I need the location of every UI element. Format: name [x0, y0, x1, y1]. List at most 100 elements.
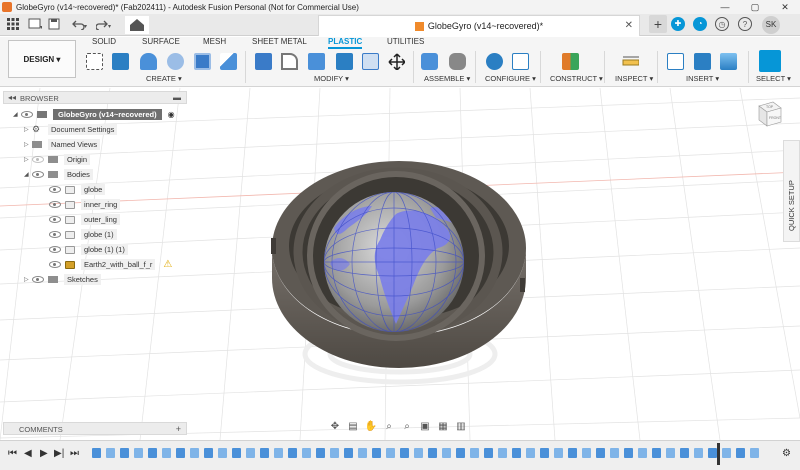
- create-menu[interactable]: CREATE ▾: [146, 74, 182, 83]
- tab-mesh[interactable]: MESH: [203, 37, 226, 46]
- tree-item-body[interactable]: globe (1) (1): [49, 243, 128, 256]
- joint-icon[interactable]: [449, 53, 466, 70]
- timeline-feature[interactable]: [540, 448, 549, 458]
- viewports-icon[interactable]: ▥: [453, 421, 469, 432]
- maximize-button[interactable]: ▢: [740, 0, 770, 14]
- timeline-feature[interactable]: [232, 448, 241, 458]
- timeline-feature[interactable]: [176, 448, 185, 458]
- tree-item-body[interactable]: outer_ling: [49, 213, 120, 226]
- shell-icon[interactable]: [308, 53, 325, 70]
- split-body-icon[interactable]: [362, 53, 379, 70]
- expand-arrow-icon[interactable]: ▷: [24, 276, 32, 283]
- timeline-track[interactable]: [88, 447, 778, 463]
- tab-surface[interactable]: SURFACE: [142, 37, 180, 46]
- timeline-feature[interactable]: [316, 448, 325, 458]
- pan-hand-icon[interactable]: ✋: [363, 421, 379, 432]
- press-pull-icon[interactable]: [255, 53, 272, 70]
- grid-settings-icon[interactable]: ▦: [435, 421, 451, 432]
- timeline-feature[interactable]: [470, 448, 479, 458]
- timeline-settings-icon[interactable]: ⚙: [782, 448, 791, 459]
- panel-minimize-icon[interactable]: ▬: [173, 93, 181, 102]
- timeline-feature[interactable]: [162, 448, 171, 458]
- timeline-feature[interactable]: [554, 448, 563, 458]
- timeline-feature[interactable]: [526, 448, 535, 458]
- timeline-feature[interactable]: [568, 448, 577, 458]
- timeline-marker[interactable]: [717, 443, 720, 465]
- timeline-feature[interactable]: [666, 448, 675, 458]
- orbit-icon[interactable]: ✥: [327, 421, 343, 432]
- visibility-eye-icon[interactable]: [49, 231, 61, 238]
- insert-menu[interactable]: INSERT ▾: [686, 74, 719, 83]
- add-comment-icon[interactable]: +: [176, 424, 181, 434]
- hidden-eye-icon[interactable]: [32, 156, 44, 163]
- timeline-feature[interactable]: [400, 448, 409, 458]
- timeline-feature[interactable]: [274, 448, 283, 458]
- visibility-eye-icon[interactable]: [49, 246, 61, 253]
- timeline-feature[interactable]: [596, 448, 605, 458]
- timeline-feature[interactable]: [106, 448, 115, 458]
- display-settings-icon[interactable]: ▣: [417, 421, 433, 432]
- tab-solid[interactable]: SOLID: [92, 37, 116, 46]
- activate-radio-icon[interactable]: ◉: [168, 110, 175, 119]
- inspect-menu[interactable]: INSPECT ▾: [615, 74, 653, 83]
- timeline-feature[interactable]: [344, 448, 353, 458]
- visibility-eye-icon[interactable]: [32, 171, 44, 178]
- collapse-panel-icon[interactable]: ◂◂: [8, 93, 16, 102]
- play-icon[interactable]: ▶: [40, 448, 48, 459]
- timeline-feature[interactable]: [456, 448, 465, 458]
- go-to-start-icon[interactable]: ⏮: [8, 448, 17, 459]
- create-sketch-icon[interactable]: [86, 53, 103, 70]
- measure-icon[interactable]: [622, 53, 639, 70]
- tab-utilities[interactable]: UTILITIES: [387, 37, 424, 46]
- insert-mcmaster-icon[interactable]: [694, 53, 711, 70]
- tree-item-body[interactable]: globe (1): [49, 228, 117, 241]
- tree-item-body[interactable]: globe: [49, 183, 106, 196]
- configuration-table-icon[interactable]: [512, 53, 529, 70]
- timeline-feature[interactable]: [148, 448, 157, 458]
- extensions-icon[interactable]: ✚: [671, 17, 685, 31]
- close-tab-icon[interactable]: ✕: [625, 20, 633, 31]
- new-component-assemble-icon[interactable]: [421, 53, 438, 70]
- undo-icon[interactable]: ▾: [72, 18, 88, 30]
- viewcube[interactable]: TOP FRONT: [755, 98, 783, 130]
- timeline-feature[interactable]: [330, 448, 339, 458]
- configure-icon[interactable]: [486, 53, 503, 70]
- home-tab-icon[interactable]: [125, 16, 149, 34]
- visibility-eye-icon[interactable]: [49, 216, 61, 223]
- modify-menu[interactable]: MODIFY ▾: [314, 74, 349, 83]
- move-icon[interactable]: [388, 53, 405, 70]
- fit-zoom-icon[interactable]: ⌕: [399, 421, 415, 432]
- timeline-feature[interactable]: [484, 448, 493, 458]
- select-menu[interactable]: SELECT ▾: [756, 74, 791, 83]
- offset-plane-icon[interactable]: [562, 53, 579, 70]
- timeline-feature[interactable]: [736, 448, 745, 458]
- visibility-eye-icon[interactable]: [49, 261, 61, 268]
- app-grid-icon[interactable]: [6, 17, 20, 31]
- configure-menu[interactable]: CONFIGURE ▾: [485, 74, 536, 83]
- expand-arrow-icon[interactable]: ◢: [24, 171, 32, 178]
- timeline-feature[interactable]: [694, 448, 703, 458]
- timeline-feature[interactable]: [610, 448, 619, 458]
- new-tab-button[interactable]: +: [649, 15, 667, 33]
- timeline-feature[interactable]: [428, 448, 437, 458]
- visibility-eye-icon[interactable]: [21, 111, 33, 118]
- zoom-icon[interactable]: ⌕: [381, 421, 397, 432]
- close-button[interactable]: ✕: [770, 0, 800, 14]
- help-icon[interactable]: ?: [738, 17, 752, 31]
- timeline-feature[interactable]: [288, 448, 297, 458]
- select-icon[interactable]: [759, 50, 781, 72]
- file-menu-icon[interactable]: ▾: [28, 18, 42, 30]
- tab-plastic[interactable]: PLASTIC: [328, 37, 363, 49]
- assemble-menu[interactable]: ASSEMBLE ▾: [424, 74, 470, 83]
- insert-derive-icon[interactable]: [667, 53, 684, 70]
- minimize-button[interactable]: —: [710, 0, 740, 14]
- tree-item-named-views[interactable]: ▷ Named Views: [24, 138, 101, 151]
- look-at-icon[interactable]: ▤: [345, 421, 361, 432]
- timeline-feature[interactable]: [750, 448, 759, 458]
- timeline-feature[interactable]: [134, 448, 143, 458]
- visibility-eye-icon[interactable]: [32, 276, 44, 283]
- timeline-feature[interactable]: [680, 448, 689, 458]
- step-back-icon[interactable]: ◀: [24, 448, 32, 459]
- expand-arrow-icon[interactable]: ▷: [24, 126, 32, 133]
- job-status-icon[interactable]: ◔: [693, 17, 707, 31]
